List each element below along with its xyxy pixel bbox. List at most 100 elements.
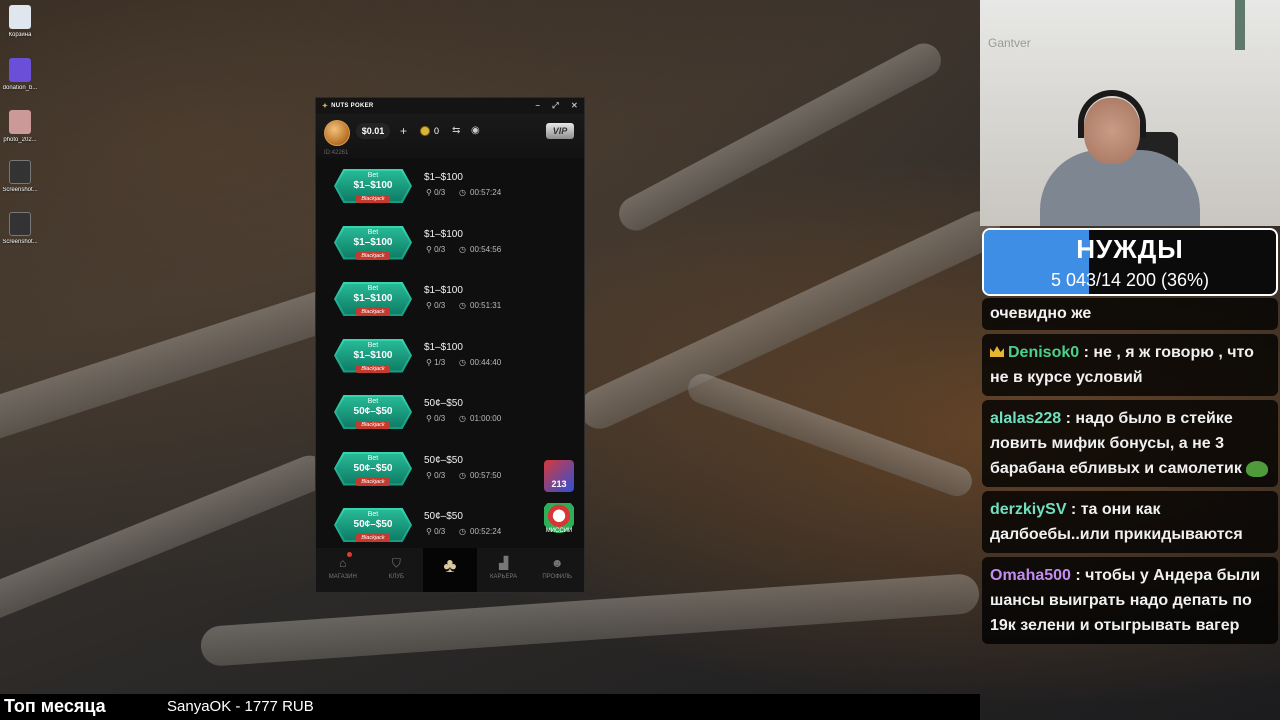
donation-goal: НУЖДЫ 5 043/14 200 (36%) bbox=[982, 228, 1278, 296]
hanging-item bbox=[1235, 0, 1245, 50]
top-donor: SanyaOK - 1777 RUB bbox=[167, 698, 314, 715]
table-row[interactable]: Bet $1–$100 Blackjack $1–$100 ⚲ 0/3 ◷ 00… bbox=[316, 158, 584, 215]
user-id: ID:42261 bbox=[324, 150, 349, 156]
table-timer: 00:54:56 bbox=[470, 244, 502, 254]
deposit-plus-icon[interactable]: + bbox=[400, 123, 407, 139]
background-road bbox=[613, 37, 947, 237]
stakes-badge: Bet $1–$100 Blackjack bbox=[334, 282, 412, 316]
image-icon bbox=[9, 110, 31, 134]
table-stakes: 50¢–$50 bbox=[424, 398, 463, 409]
goal-progress-text: 5 043/14 200 (36%) bbox=[1050, 270, 1210, 290]
window-title-bar: ✦ NUTS POKER – ⤢ ✕ bbox=[316, 98, 584, 114]
nav-career[interactable]: ▟ КАРЬЕРА bbox=[477, 548, 531, 592]
table-list: Bet $1–$100 Blackjack $1–$100 ⚲ 0/3 ◷ 00… bbox=[316, 158, 584, 554]
chat-author: Omaha500 bbox=[990, 567, 1071, 584]
desktop-icon-donation[interactable]: donation_b... bbox=[0, 58, 40, 91]
nav-lobby[interactable]: ♣ bbox=[423, 548, 477, 592]
stakes-badge: Bet $1–$100 Blackjack bbox=[334, 338, 412, 373]
background-road bbox=[573, 204, 1007, 436]
clock-icon: ◷ bbox=[459, 301, 466, 310]
clock-icon: ◷ bbox=[459, 527, 466, 536]
players-count: ⚲ 0/3 bbox=[426, 188, 446, 197]
table-row[interactable]: Bet $1–$100 Blackjack $1–$100 ⚲ 0/3 ◷ 00… bbox=[316, 271, 584, 328]
file-icon bbox=[9, 58, 31, 82]
profile-icon: ☻ bbox=[550, 556, 564, 570]
coin-balance: 0 bbox=[434, 126, 440, 136]
chat-message: Omaha500 : чтобы у Андера были шансы выи… bbox=[982, 557, 1278, 644]
desktop-icon-recycle-bin[interactable]: Корзина bbox=[0, 5, 40, 38]
goal-title: НУЖДЫ bbox=[1076, 234, 1184, 264]
table-stakes: 50¢–$50 bbox=[424, 511, 463, 522]
players-count: ⚲ 0/3 bbox=[426, 244, 446, 254]
exchange-icon[interactable]: ⇆ bbox=[452, 123, 460, 139]
person-icon: ⚲ bbox=[426, 470, 435, 480]
chat-message: alalas228 : надо было в стейке ловить ми… bbox=[982, 400, 1278, 487]
table-timer: 00:57:50 bbox=[470, 470, 502, 480]
window-controls: – ⤢ ✕ bbox=[536, 101, 578, 111]
person-icon: ⚲ bbox=[426, 188, 435, 197]
table-row[interactable]: Bet $1–$100 Blackjack $1–$100 ⚲ 0/3 ◷ 00… bbox=[316, 215, 584, 272]
wall-text: Gantver bbox=[988, 36, 1031, 50]
nav-profile[interactable]: ☻ ПРОФИЛЬ bbox=[530, 548, 584, 592]
table-row[interactable]: Bet $1–$100 Blackjack $1–$100 ⚲ 1/3 ◷ 00… bbox=[316, 328, 584, 385]
webcam-feed: Gantver bbox=[980, 0, 1280, 226]
players-count: ⚲ 0/3 bbox=[426, 527, 446, 536]
chat-message: derzkiySV : та они как далбоебы..или при… bbox=[982, 491, 1278, 553]
table-row[interactable]: Bet 50¢–$50 Blackjack 50¢–$50 ⚲ 0/3 ◷ 01… bbox=[316, 384, 584, 441]
app-title: NUTS POKER bbox=[331, 103, 374, 109]
players-count: ⚲ 0/3 bbox=[426, 301, 446, 310]
coin-icon bbox=[420, 126, 430, 136]
nav-shop[interactable]: ⌂ МАГАЗИН bbox=[316, 548, 370, 592]
table-timer: 00:44:40 bbox=[470, 357, 502, 367]
table-timer: 00:57:24 bbox=[470, 188, 502, 197]
background-road bbox=[0, 450, 333, 626]
desktop-icon-screenshot-1[interactable]: Screenshot... bbox=[0, 160, 40, 193]
person-icon: ⚲ bbox=[426, 357, 435, 367]
chat-author: Denisok0 bbox=[1008, 344, 1080, 361]
headset-icon bbox=[1078, 90, 1146, 138]
bottom-ticker: Топ месяца SanyaOK - 1777 RUB bbox=[0, 694, 980, 720]
nuts-logo-icon: ✦ bbox=[322, 103, 329, 110]
close-icon[interactable]: ✕ bbox=[571, 101, 578, 111]
table-stakes: $1–$100 bbox=[424, 285, 463, 296]
nav-club[interactable]: ⛉ КЛУБ bbox=[370, 548, 424, 592]
stakes-badge: Bet $1–$100 Blackjack bbox=[334, 225, 412, 260]
acorn-icon: ♣ bbox=[443, 555, 457, 577]
stakes-badge: Bet 50¢–$50 Blackjack bbox=[334, 508, 412, 542]
clock-icon: ◷ bbox=[459, 188, 466, 197]
cards-promo-icon[interactable]: 213 bbox=[544, 460, 574, 492]
chat-message: Denisok0 : не , я ж говорю , что не в ку… bbox=[982, 334, 1278, 396]
table-timer: 00:52:24 bbox=[470, 527, 502, 536]
chat-message: очевидно же bbox=[982, 298, 1278, 330]
missions-promo-icon[interactable]: МИССИИ bbox=[544, 503, 574, 535]
balance: $0.01 bbox=[356, 123, 390, 139]
desktop-icon-photo[interactable]: photo_202... bbox=[0, 110, 40, 143]
avatar[interactable] bbox=[324, 120, 350, 146]
person-icon: ⚲ bbox=[426, 414, 435, 423]
career-chart-icon: ▟ bbox=[498, 556, 509, 570]
image-icon bbox=[9, 212, 31, 236]
players-count: ⚲ 0/3 bbox=[426, 470, 446, 480]
notification-dot bbox=[346, 552, 352, 557]
table-timer: 01:00:00 bbox=[470, 414, 502, 423]
club-shield-icon: ⛉ bbox=[391, 556, 401, 570]
background-road bbox=[683, 369, 977, 501]
chat-author: alalas228 bbox=[990, 410, 1062, 427]
person-icon: ⚲ bbox=[426, 244, 435, 254]
clock-icon: ◷ bbox=[459, 357, 466, 367]
recycle-bin-icon bbox=[9, 5, 31, 29]
restore-icon[interactable]: ⤢ bbox=[552, 101, 559, 111]
table-stakes: $1–$100 bbox=[424, 341, 463, 353]
image-icon bbox=[9, 160, 31, 184]
desktop-icon-screenshot-2[interactable]: Screenshot... bbox=[0, 212, 40, 245]
message-text: очевидно же bbox=[990, 305, 1092, 322]
stakes-badge: Bet 50¢–$50 Blackjack bbox=[334, 395, 412, 429]
pepe-emote-icon bbox=[1246, 460, 1269, 477]
shop-icon: ⌂ bbox=[339, 556, 347, 570]
stakes-badge: Bet 50¢–$50 Blackjack bbox=[334, 451, 412, 486]
bottom-navigation: ⌂ МАГАЗИН ⛉ КЛУБ ♣ ▟ КАРЬЕРА ☻ ПРОФИЛЬ bbox=[316, 548, 584, 592]
vip-button[interactable]: VIP bbox=[546, 123, 574, 139]
person-icon: ⚲ bbox=[426, 301, 435, 310]
eye-icon[interactable]: ◉ bbox=[471, 123, 480, 139]
minimize-icon[interactable]: – bbox=[536, 101, 541, 111]
